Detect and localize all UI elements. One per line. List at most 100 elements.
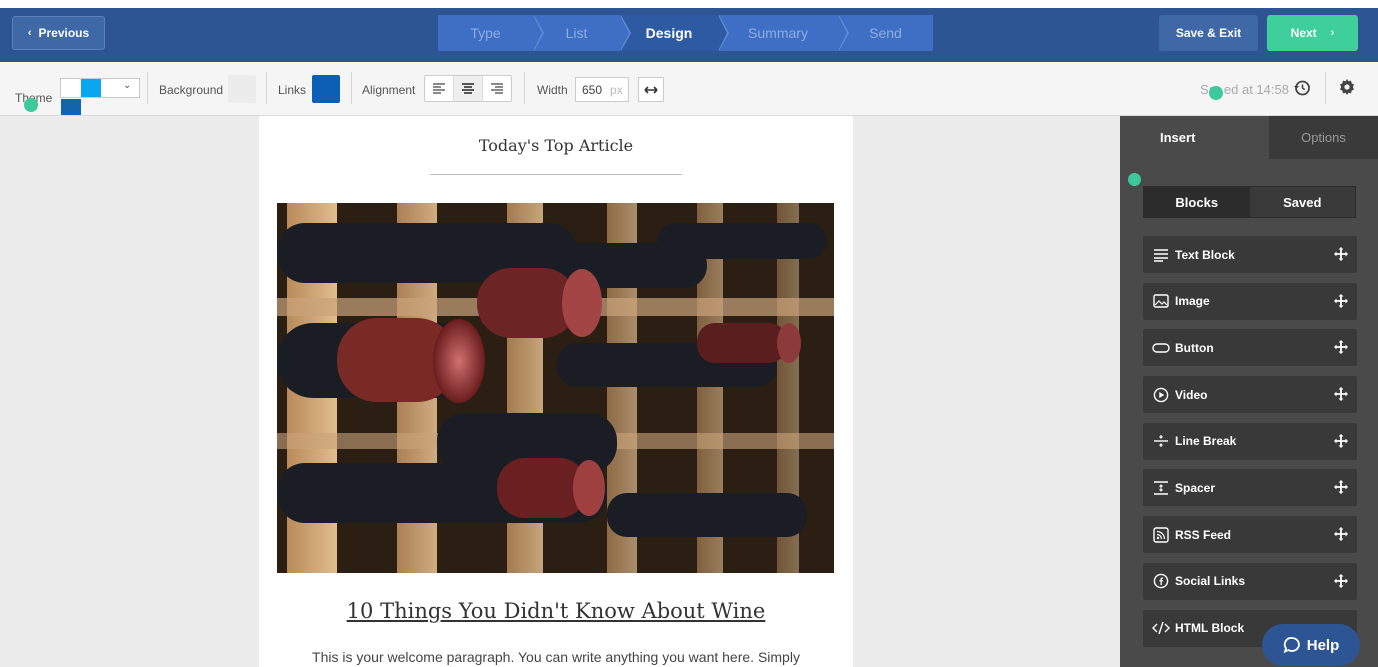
button-icon: [1152, 339, 1170, 357]
hotspot-dot: [1209, 86, 1223, 100]
spacer-icon: [1152, 479, 1170, 497]
block-spacer[interactable]: Spacer: [1143, 469, 1357, 507]
tab-label: Insert: [1160, 130, 1196, 145]
move-icon[interactable]: [1334, 433, 1348, 451]
links-label: Links: [278, 83, 307, 97]
tab-label: Options: [1301, 130, 1346, 145]
block-text[interactable]: Text Block: [1143, 236, 1357, 273]
step-type[interactable]: Type: [438, 15, 544, 51]
block-label: Button: [1175, 340, 1214, 355]
block-button[interactable]: Button: [1143, 329, 1357, 367]
tab-insert[interactable]: Insert: [1120, 116, 1269, 159]
block-video[interactable]: Video: [1143, 376, 1357, 414]
block-label: Spacer: [1175, 480, 1216, 495]
move-icon[interactable]: [1334, 293, 1348, 311]
block-rss-feed[interactable]: RSS Feed: [1143, 516, 1357, 554]
move-icon[interactable]: [1334, 573, 1348, 591]
article-body[interactable]: This is your welcome paragraph. You can …: [259, 649, 853, 665]
saved-suffix: ed at 14:58: [1223, 82, 1289, 97]
alignment-label: Alignment: [362, 83, 416, 97]
article-title[interactable]: 10 Things You Didn't Know About Wine: [259, 599, 853, 623]
chevron-left-icon: ‹: [27, 27, 32, 39]
email-divider: [430, 174, 682, 175]
move-icon[interactable]: [1334, 387, 1348, 404]
insert-panel: Insert Options Blocks Saved Text Block I…: [1120, 116, 1378, 667]
block-social-links[interactable]: Social Links: [1143, 562, 1357, 600]
align-right-button[interactable]: [483, 76, 511, 101]
segment-saved[interactable]: Saved: [1249, 187, 1355, 217]
wine-bottles-image[interactable]: [277, 203, 834, 573]
blocks-saved-toggle: Blocks Saved: [1143, 186, 1356, 218]
segment-label: Blocks: [1175, 194, 1219, 210]
width-input[interactable]: 650 px: [575, 77, 629, 102]
move-icon[interactable]: [1334, 480, 1348, 497]
step-send[interactable]: Send: [838, 15, 933, 51]
block-image[interactable]: Image: [1143, 282, 1357, 320]
previous-button[interactable]: ‹ Previous: [12, 16, 105, 50]
facebook-icon: [1152, 572, 1170, 590]
expand-horizontal-icon: [644, 85, 658, 94]
block-label: Text Block: [1175, 247, 1235, 262]
image-icon: [1152, 292, 1170, 310]
step-design[interactable]: Design: [620, 15, 729, 51]
next-button[interactable]: Next ›: [1267, 15, 1358, 51]
width-value: 650: [582, 82, 603, 97]
align-left-button[interactable]: [425, 76, 454, 101]
links-color-swatch[interactable]: [312, 75, 340, 103]
step-label: Design: [645, 25, 693, 41]
design-toolbar: Theme ⌄ Background Links Alignment Width…: [0, 62, 1378, 116]
move-icon[interactable]: [1334, 340, 1348, 357]
segment-blocks[interactable]: Blocks: [1144, 187, 1250, 217]
step-label: Summary: [748, 25, 808, 41]
gear-icon[interactable]: [1338, 78, 1356, 99]
block-label: Video: [1175, 387, 1208, 402]
block-list: Text Block Image Button Video Line Break…: [1143, 236, 1357, 656]
chevron-down-icon: ⌄: [123, 80, 132, 91]
help-label: Help: [1306, 636, 1340, 654]
theme-picker[interactable]: ⌄: [60, 78, 140, 98]
align-left-icon: [433, 83, 445, 94]
alignment-group: [424, 75, 512, 102]
hotspot-dot: [1128, 173, 1141, 186]
align-right-icon: [491, 83, 503, 94]
email-canvas: Today's Top Article 10 Things You Didn't…: [0, 116, 1120, 667]
block-label: Social Links: [1175, 574, 1246, 589]
chevron-right-icon: ›: [1330, 27, 1335, 39]
video-play-icon: [1152, 386, 1170, 404]
move-icon[interactable]: [1334, 527, 1348, 544]
width-unit: px: [610, 82, 623, 97]
background-label: Background: [159, 83, 224, 97]
help-button[interactable]: Help: [1262, 624, 1360, 666]
line-break-icon: [1152, 432, 1170, 450]
block-line-break[interactable]: Line Break: [1143, 422, 1357, 460]
previous-label: Previous: [38, 26, 90, 40]
chat-bubble-icon: [1283, 637, 1300, 654]
step-summary[interactable]: Summary: [718, 15, 849, 51]
align-center-button[interactable]: [454, 76, 483, 101]
full-width-button[interactable]: [638, 77, 664, 102]
block-label: HTML Block: [1175, 621, 1245, 635]
email-heading[interactable]: Today's Top Article: [259, 136, 853, 155]
theme-color-swatch: [61, 99, 81, 115]
save-exit-button[interactable]: Save & Exit: [1159, 15, 1258, 51]
next-label: Next: [1290, 26, 1317, 40]
step-list[interactable]: List: [533, 15, 631, 51]
move-icon[interactable]: [1334, 247, 1348, 264]
save-exit-label: Save & Exit: [1175, 26, 1242, 40]
text-lines-icon: [1152, 246, 1170, 264]
block-label: Image: [1175, 294, 1210, 309]
block-label: Line Break: [1175, 434, 1237, 449]
tab-options[interactable]: Options: [1269, 116, 1378, 159]
wizard-header: ‹ Previous Type List Design Summary Send…: [0, 8, 1378, 62]
width-label: Width: [537, 83, 568, 97]
email-preview: Today's Top Article 10 Things You Didn't…: [259, 116, 853, 667]
step-label: List: [565, 25, 588, 41]
segment-label: Saved: [1283, 194, 1322, 210]
step-label: Type: [470, 25, 501, 41]
align-center-icon: [462, 83, 474, 94]
history-icon[interactable]: [1293, 79, 1311, 100]
step-label: Send: [869, 25, 902, 41]
background-color-swatch[interactable]: [228, 75, 256, 103]
block-label: RSS Feed: [1175, 527, 1232, 542]
code-icon: [1152, 619, 1170, 637]
